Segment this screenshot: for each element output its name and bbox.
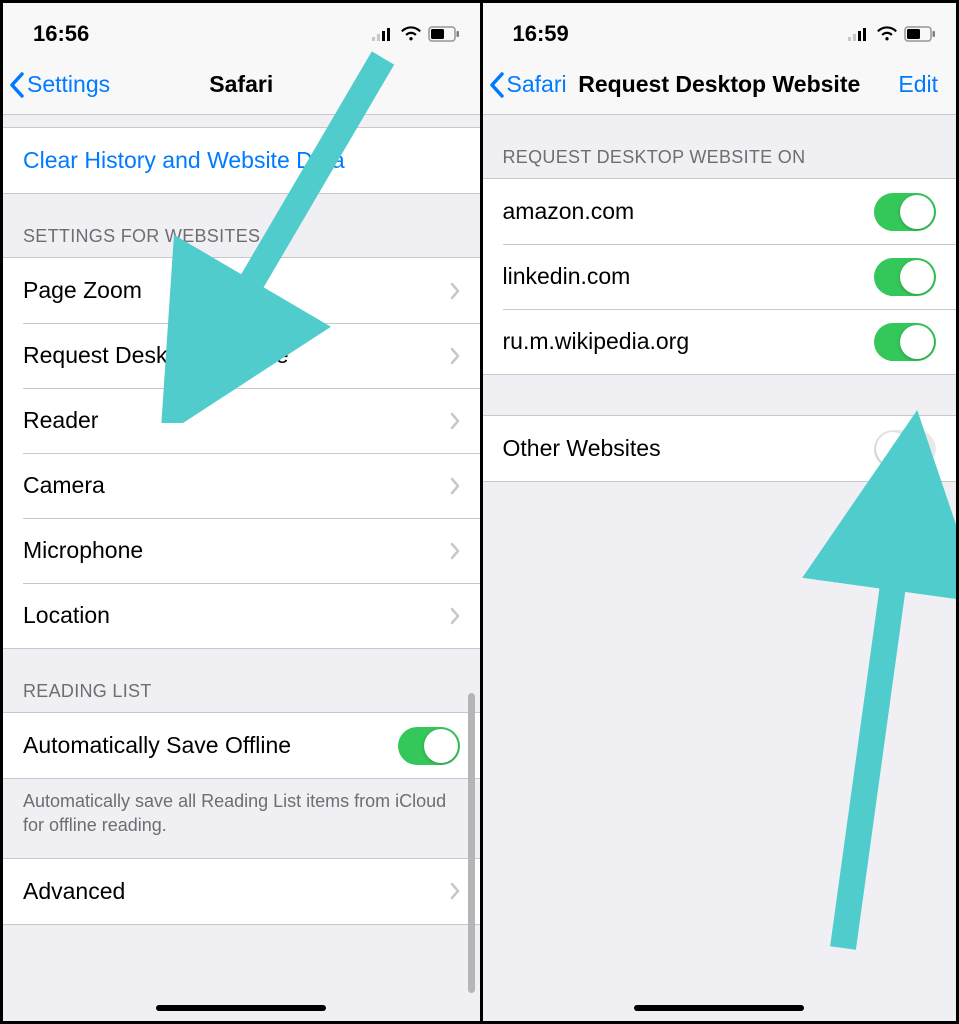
chevron-right-icon bbox=[450, 477, 460, 495]
site-row: amazon.com bbox=[483, 179, 957, 244]
status-bar: 16:59 bbox=[483, 3, 957, 55]
wifi-icon bbox=[400, 26, 422, 42]
chevron-right-icon bbox=[450, 607, 460, 625]
row-other-websites: Other Websites bbox=[483, 416, 957, 481]
chevron-right-icon bbox=[450, 412, 460, 430]
section-header-reading: READING LIST bbox=[3, 649, 480, 712]
site-row: ru.m.wikipedia.org bbox=[483, 309, 957, 374]
site-row: linkedin.com bbox=[483, 244, 957, 309]
chevron-left-icon bbox=[9, 72, 25, 98]
auto-save-toggle[interactable] bbox=[398, 727, 460, 765]
screenshot-right: 16:59 Safari Request Desktop Website Edi… bbox=[480, 3, 957, 1021]
scroll-indicator[interactable] bbox=[468, 693, 475, 993]
navbar: Safari Request Desktop Website Edit bbox=[483, 55, 957, 115]
signal-icon bbox=[372, 27, 394, 41]
row-page-zoom[interactable]: Page Zoom bbox=[3, 258, 480, 323]
page-title: Request Desktop Website bbox=[578, 71, 860, 98]
row-microphone[interactable]: Microphone bbox=[3, 518, 480, 583]
home-indicator[interactable] bbox=[634, 1005, 804, 1011]
clear-history-label: Clear History and Website Data bbox=[23, 147, 460, 174]
site-domain: ru.m.wikipedia.org bbox=[503, 328, 875, 355]
battery-icon bbox=[428, 26, 460, 42]
row-camera[interactable]: Camera bbox=[3, 453, 480, 518]
section-header-websites: SETTINGS FOR WEBSITES bbox=[3, 194, 480, 257]
status-time: 16:59 bbox=[513, 21, 569, 47]
site-toggle[interactable] bbox=[874, 258, 936, 296]
navbar: Settings Safari bbox=[3, 55, 480, 115]
battery-icon bbox=[904, 26, 936, 42]
status-icons bbox=[372, 26, 460, 42]
chevron-left-icon bbox=[489, 72, 505, 98]
auto-save-footer: Automatically save all Reading List item… bbox=[3, 779, 480, 858]
row-advanced[interactable]: Advanced bbox=[3, 859, 480, 924]
site-domain: amazon.com bbox=[503, 198, 875, 225]
site-toggle[interactable] bbox=[874, 193, 936, 231]
signal-icon bbox=[848, 27, 870, 41]
screenshot-left: 16:56 Settings Safari Clear History and … bbox=[3, 3, 480, 1021]
status-icons bbox=[848, 26, 936, 42]
other-websites-toggle[interactable] bbox=[874, 430, 936, 468]
wifi-icon bbox=[876, 26, 898, 42]
back-label: Safari bbox=[507, 71, 567, 98]
chevron-right-icon bbox=[450, 542, 460, 560]
site-domain: linkedin.com bbox=[503, 263, 875, 290]
page-title: Safari bbox=[209, 71, 273, 98]
back-button[interactable]: Settings bbox=[9, 71, 110, 98]
section-header-on: REQUEST DESKTOP WEBSITE ON bbox=[483, 115, 957, 178]
row-request-desktop[interactable]: Request Desktop Website bbox=[3, 323, 480, 388]
chevron-right-icon bbox=[450, 347, 460, 365]
chevron-right-icon bbox=[450, 882, 460, 900]
row-location[interactable]: Location bbox=[3, 583, 480, 648]
back-button[interactable]: Safari bbox=[489, 71, 567, 98]
site-toggle[interactable] bbox=[874, 323, 936, 361]
clear-history-button[interactable]: Clear History and Website Data bbox=[3, 128, 480, 193]
chevron-right-icon bbox=[450, 282, 460, 300]
row-auto-save-offline: Automatically Save Offline bbox=[3, 713, 480, 778]
row-reader[interactable]: Reader bbox=[3, 388, 480, 453]
status-time: 16:56 bbox=[33, 21, 89, 47]
home-indicator[interactable] bbox=[156, 1005, 326, 1011]
status-bar: 16:56 bbox=[3, 3, 480, 55]
edit-button[interactable]: Edit bbox=[898, 71, 938, 98]
back-label: Settings bbox=[27, 71, 110, 98]
